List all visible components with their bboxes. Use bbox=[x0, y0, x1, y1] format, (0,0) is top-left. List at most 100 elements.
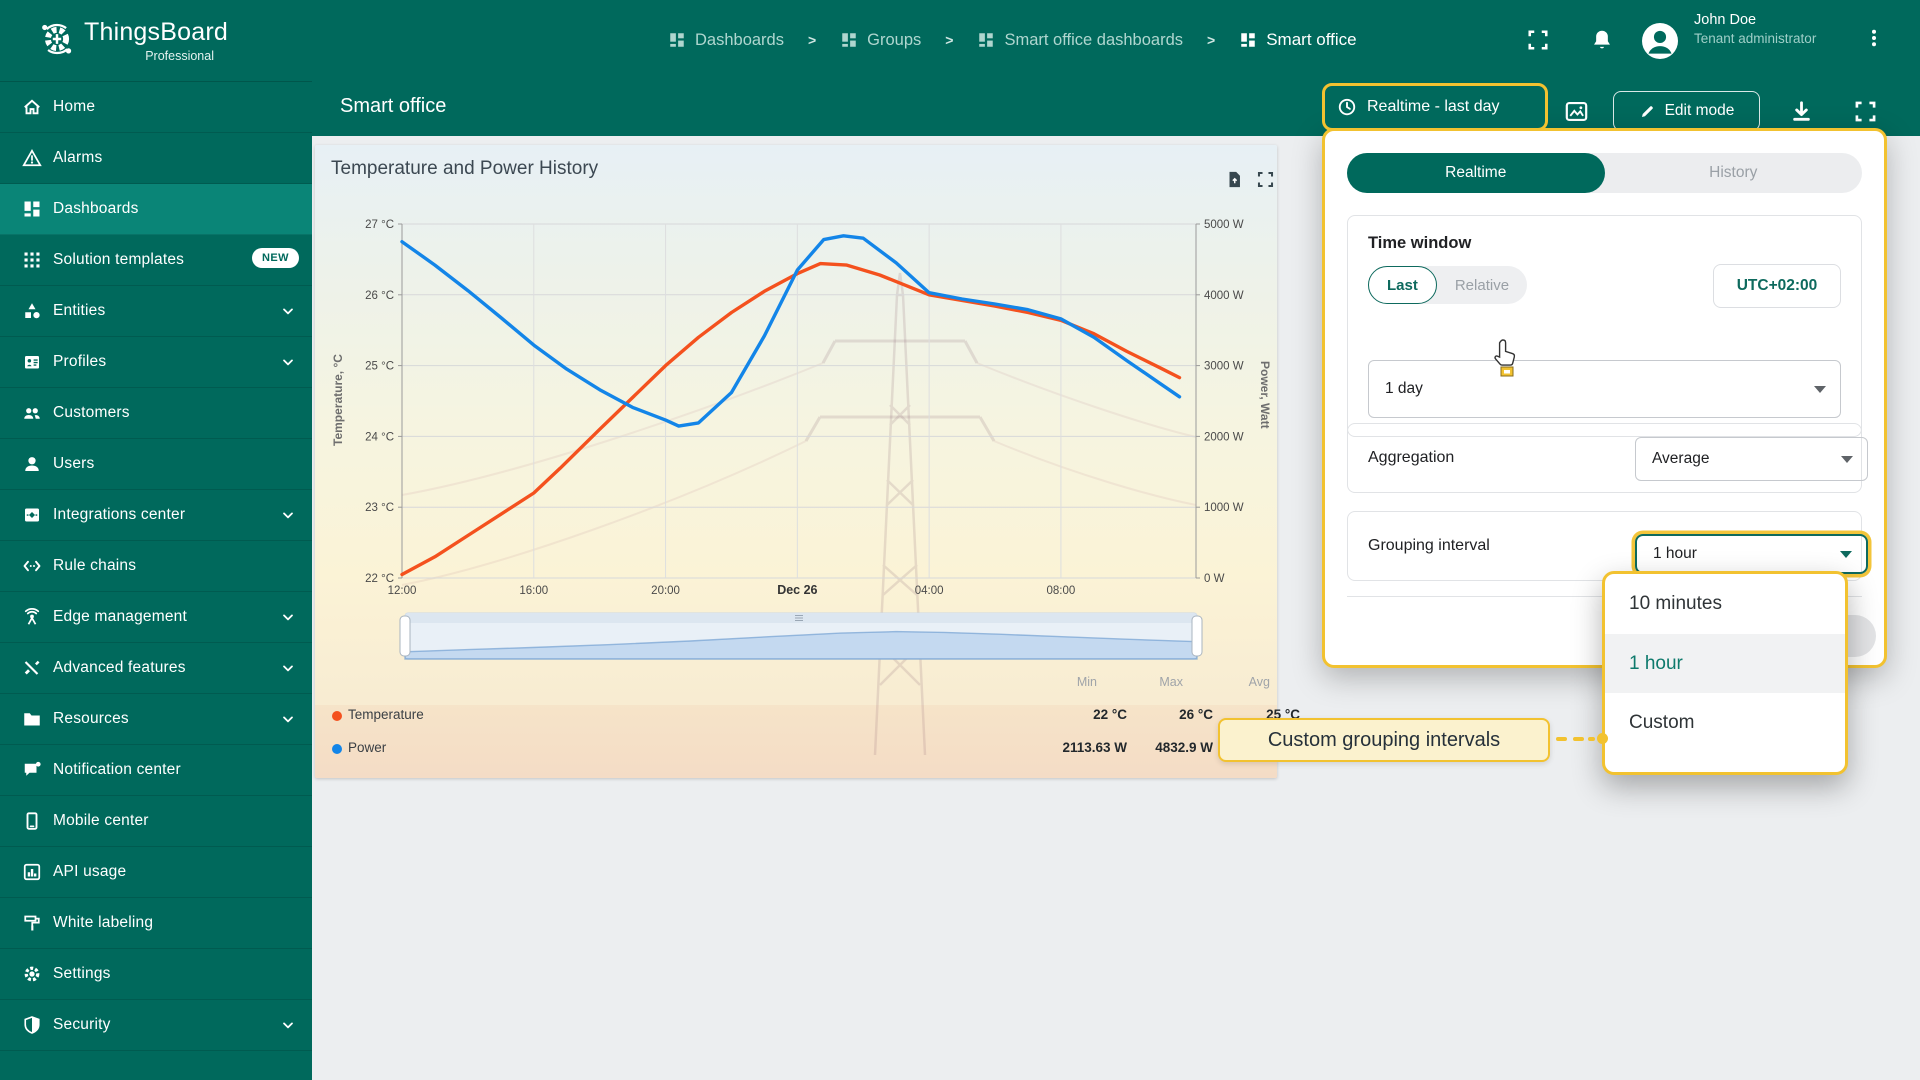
tab-history[interactable]: History bbox=[1605, 153, 1863, 193]
sidebar-item-label: White labeling bbox=[53, 914, 154, 931]
slider-handle-right bbox=[1191, 615, 1203, 657]
fullscreen-icon[interactable] bbox=[1526, 28, 1550, 52]
aggregation-select[interactable]: Average bbox=[1635, 437, 1868, 481]
legend-column-max: Max bbox=[1159, 675, 1183, 689]
sidebar-item-label: Rule chains bbox=[53, 557, 137, 574]
chevron-down-icon bbox=[280, 711, 296, 727]
widget-fullscreen-icon[interactable] bbox=[1256, 170, 1275, 189]
sidebar-item-home[interactable]: Home bbox=[0, 82, 312, 133]
dashboards-grid-icon bbox=[840, 31, 858, 49]
sidebar-item-api-usage[interactable]: API usage bbox=[0, 847, 312, 898]
breadcrumb-label: Groups bbox=[867, 30, 922, 49]
aggregation-label: Aggregation bbox=[1368, 449, 1455, 466]
grouping-option-10-minutes[interactable]: 10 minutes bbox=[1605, 574, 1845, 634]
tab-realtime[interactable]: Realtime bbox=[1347, 153, 1605, 193]
toggle-relative[interactable]: Relative bbox=[1437, 277, 1527, 294]
sidebar-item-rule-chains[interactable]: Rule chains bbox=[0, 541, 312, 592]
api-icon bbox=[22, 862, 42, 882]
sidebar-item-label: Profiles bbox=[53, 353, 107, 370]
brand-name: ThingsBoard bbox=[84, 18, 228, 46]
grouping-interval-select[interactable]: 1 hour bbox=[1635, 534, 1868, 574]
svg-text:23 °C: 23 °C bbox=[365, 502, 394, 514]
sidebar-item-settings[interactable]: Settings bbox=[0, 949, 312, 1000]
settings-icon bbox=[22, 964, 42, 984]
breadcrumb-separator: > bbox=[807, 32, 817, 48]
sidebar-item-label: Resources bbox=[53, 710, 129, 727]
breadcrumb-item-3[interactable]: Smart office dashboards bbox=[977, 31, 1183, 50]
dashboards-grid-icon bbox=[668, 31, 686, 49]
notifications-bell-icon[interactable] bbox=[1590, 28, 1614, 52]
grouping-option-1-hour[interactable]: 1 hour bbox=[1605, 634, 1845, 693]
sidebar-item-entities[interactable]: Entities bbox=[0, 286, 312, 337]
sidebar-item-white-labeling[interactable]: White labeling bbox=[0, 898, 312, 949]
sidebar-item-profiles[interactable]: Profiles bbox=[0, 337, 312, 388]
dashboard-fullscreen-icon[interactable] bbox=[1853, 99, 1878, 124]
new-badge: NEW bbox=[252, 248, 299, 268]
sidebar-item-notification-center[interactable]: Notification center bbox=[0, 745, 312, 796]
sidebar-item-mobile-center[interactable]: Mobile center bbox=[0, 796, 312, 847]
export-file-icon[interactable] bbox=[1225, 170, 1244, 189]
sidebar-item-alarms[interactable]: Alarms bbox=[0, 133, 312, 184]
sidebar-item-label: Entities bbox=[53, 302, 106, 319]
interval-select[interactable]: 1 day bbox=[1368, 360, 1841, 418]
alarm-icon bbox=[22, 148, 42, 168]
svg-text:4000 W: 4000 W bbox=[1204, 290, 1244, 302]
sidebar-item-resources[interactable]: Resources bbox=[0, 694, 312, 745]
avatar[interactable] bbox=[1642, 23, 1678, 59]
templates-icon bbox=[22, 250, 42, 270]
breadcrumb-item-1[interactable]: Dashboards bbox=[668, 31, 784, 50]
grouping-option-custom[interactable]: Custom bbox=[1605, 693, 1845, 753]
chevron-down-icon bbox=[280, 354, 296, 370]
breadcrumb-separator: > bbox=[1207, 32, 1216, 48]
callout-dash bbox=[1573, 737, 1584, 741]
sidebar-item-label: Alarms bbox=[53, 149, 103, 166]
sidebar-item-label: Advanced features bbox=[53, 659, 186, 676]
timewindow-label: Realtime - last day bbox=[1367, 98, 1500, 115]
mouse-cursor-icon bbox=[1492, 337, 1522, 377]
toggle-last[interactable]: Last bbox=[1368, 266, 1437, 304]
sidebar-item-advanced-features[interactable]: Advanced features bbox=[0, 643, 312, 694]
sidebar-item-edge-management[interactable]: Edge management bbox=[0, 592, 312, 643]
sidebar-item-dashboards[interactable]: Dashboards bbox=[0, 184, 312, 235]
timezone-button[interactable]: UTC+02:00 bbox=[1713, 264, 1841, 308]
legend-label[interactable]: Temperature bbox=[348, 707, 424, 722]
sidebar-item-security[interactable]: Security bbox=[0, 1000, 312, 1051]
breadcrumb-label: Smart office bbox=[1266, 30, 1357, 49]
chart-widget-card: 27 °C 5000 W 26 °C 4000 W 25 °C 3000 W 24 °C 20… bbox=[315, 145, 1300, 778]
aggregation-card: Aggregation Average bbox=[1347, 423, 1868, 493]
logo[interactable]: ThingsBoard Professional bbox=[0, 0, 312, 82]
svg-text:04:00: 04:00 bbox=[915, 585, 944, 597]
image-gallery-icon[interactable] bbox=[1564, 99, 1589, 124]
series-power bbox=[400, 234, 1182, 428]
svg-text:Dec 26: Dec 26 bbox=[777, 583, 817, 597]
sidebar-item-label: Edge management bbox=[53, 608, 187, 625]
svg-text:5000 W: 5000 W bbox=[1204, 219, 1244, 231]
thingsboard-app: Dashboards > Groups > Smart office dashboard… bbox=[0, 0, 1920, 1080]
chevron-down-icon bbox=[1841, 455, 1853, 463]
sidebar-item-label: Notification center bbox=[53, 761, 181, 778]
breadcrumb-label: Dashboards bbox=[695, 30, 784, 49]
time-window-heading: Time window bbox=[1368, 234, 1472, 252]
breadcrumb-item-2[interactable]: Groups bbox=[840, 31, 921, 50]
svg-text:2000 W: 2000 W bbox=[1204, 431, 1244, 443]
sidebar-item-label: Users bbox=[53, 455, 95, 472]
sidebar-item-solution-templates[interactable]: Solution templates NEW bbox=[0, 235, 312, 286]
breadcrumb: Dashboards > Groups > Smart office dashboard… bbox=[668, 20, 1357, 60]
dashboards-grid-icon bbox=[1239, 31, 1257, 49]
series-temperature bbox=[400, 261, 1182, 577]
legend-dot-temperature bbox=[332, 711, 342, 721]
timewindow-button[interactable]: Realtime - last day bbox=[1322, 83, 1548, 131]
sidebar-item-users[interactable]: Users bbox=[0, 439, 312, 490]
grouping-interval-value: 1 hour bbox=[1653, 545, 1697, 562]
svg-text:1000 W: 1000 W bbox=[1204, 502, 1244, 514]
breadcrumb-separator: > bbox=[945, 32, 954, 48]
breadcrumb-item-4[interactable]: Smart office bbox=[1239, 30, 1357, 50]
more-menu-icon[interactable] bbox=[1864, 28, 1884, 52]
chevron-down-icon bbox=[280, 609, 296, 625]
sidebar-item-customers[interactable]: Customers bbox=[0, 388, 312, 439]
legend-label[interactable]: Power bbox=[348, 740, 386, 755]
edit-mode-button[interactable]: Edit mode bbox=[1613, 91, 1760, 131]
sidebar-item-integrations-center[interactable]: Integrations center bbox=[0, 490, 312, 541]
download-icon[interactable] bbox=[1789, 99, 1814, 124]
chevron-down-icon bbox=[1840, 550, 1852, 558]
